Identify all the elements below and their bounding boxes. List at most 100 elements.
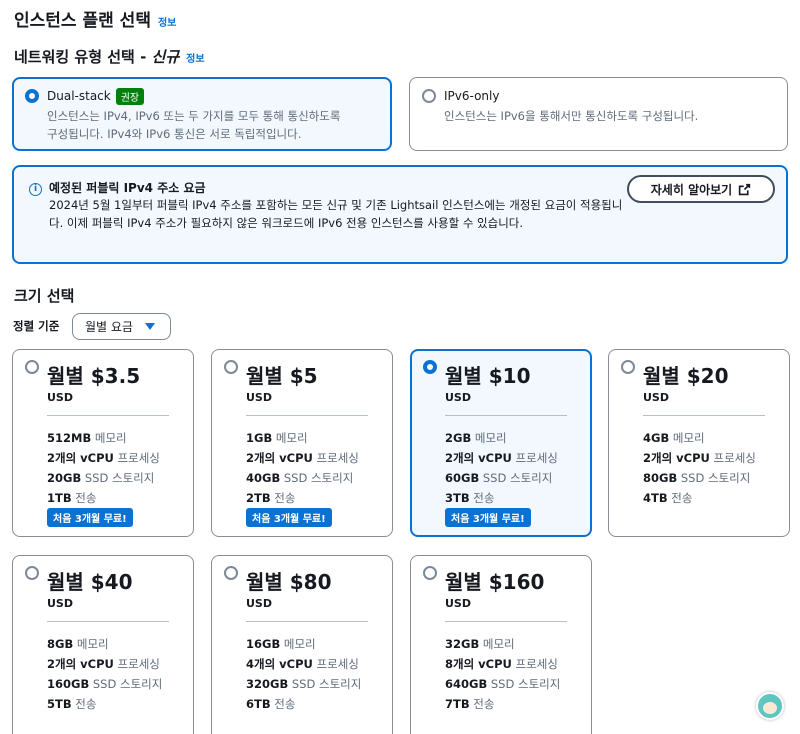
- plan-card[interactable]: 월별 $3.5 USD 512MB 메모리 2개의 vCPU 프로세싱 20GB…: [12, 349, 194, 537]
- network-option-dual-stack[interactable]: Dual-stack 권장 인스턴스는 IPv4, IPv6 또는 두 가지를 …: [12, 77, 392, 151]
- memory-unit: 메모리: [76, 637, 109, 651]
- dual-stack-label: Dual-stack: [47, 89, 111, 103]
- memory-value: 1GB: [246, 431, 273, 445]
- plan-cpu: 2개의 vCPU 프로세싱: [246, 448, 359, 468]
- plan-radio[interactable]: [224, 566, 238, 580]
- plan-radio[interactable]: [224, 360, 238, 374]
- storage-unit: SSD 스토리지: [84, 471, 155, 485]
- transfer-unit: 전송: [473, 491, 495, 505]
- cpu-unit: 프로세싱: [515, 451, 558, 465]
- ipv6-only-title: IPv6-only: [444, 88, 775, 104]
- storage-value: 80GB: [643, 471, 678, 485]
- plan-radio[interactable]: [25, 360, 39, 374]
- plan-memory: 32GB 메모리: [445, 634, 560, 654]
- plan-divider: [246, 621, 368, 622]
- plan-memory: 512MB 메모리: [47, 428, 160, 448]
- plan-radio[interactable]: [423, 360, 437, 374]
- plan-cpu: 4개의 vCPU 프로세싱: [246, 654, 361, 674]
- plan-card[interactable]: 월별 $40 USD 8GB 메모리 2개의 vCPU 프로세싱 160GB S…: [12, 555, 194, 734]
- alert-body: 2024년 5월 1일부터 퍼블릭 IPv4 주소를 포함하는 모든 신규 및 …: [49, 198, 623, 230]
- sort-value: 월별 요금: [85, 320, 133, 334]
- memory-unit: 메모리: [283, 637, 316, 651]
- plan-currency: USD: [445, 597, 471, 610]
- cpu-unit: 프로세싱: [316, 451, 359, 465]
- storage-unit: SSD 스토리지: [490, 677, 561, 691]
- plan-currency: USD: [47, 391, 73, 404]
- plan-cpu: 2개의 vCPU 프로세싱: [47, 448, 160, 468]
- ipv6-only-radio[interactable]: [422, 89, 436, 103]
- free-trial-badge: 처음 3개월 무료!: [246, 508, 332, 527]
- plan-cpu: 2개의 vCPU 프로세싱: [47, 654, 162, 674]
- plan-memory: 4GB 메모리: [643, 428, 756, 448]
- storage-unit: SSD 스토리지: [283, 471, 354, 485]
- plan-cpu: 2개의 vCPU 프로세싱: [643, 448, 756, 468]
- assistant-avatar-icon[interactable]: [756, 692, 784, 720]
- plan-card[interactable]: 월별 $10 USD 2GB 메모리 2개의 vCPU 프로세싱 60GB SS…: [410, 349, 592, 537]
- plan-price: 월별 $3.5: [47, 364, 141, 388]
- transfer-unit: 전송: [274, 697, 296, 711]
- plan-currency: USD: [47, 597, 73, 610]
- cpu-value: 2개의 vCPU: [643, 451, 710, 465]
- memory-value: 32GB: [445, 637, 480, 651]
- plan-specs: 4GB 메모리 2개의 vCPU 프로세싱 80GB SSD 스토리지 4TB …: [643, 428, 756, 508]
- learn-more-label: 자세히 알아보기: [650, 182, 733, 197]
- transfer-value: 7TB: [445, 697, 470, 711]
- network-section-title: 네트워킹 유형 선택 - 신규 정보: [14, 46, 205, 67]
- learn-more-button[interactable]: 자세히 알아보기: [627, 175, 775, 203]
- network-title-main: 네트워킹 유형 선택 -: [14, 48, 152, 66]
- plan-transfer: 5TB 전송: [47, 694, 162, 714]
- plan-radio[interactable]: [25, 566, 39, 580]
- network-option-ipv6-only[interactable]: IPv6-only 인스턴스는 IPv6을 통해서만 통신하도록 구성됩니다.: [409, 77, 788, 151]
- plan-card[interactable]: 월별 $160 USD 32GB 메모리 8개의 vCPU 프로세싱 640GB…: [410, 555, 592, 734]
- memory-value: 2GB: [445, 431, 472, 445]
- plan-divider: [246, 415, 368, 416]
- cpu-value: 2개의 vCPU: [47, 451, 114, 465]
- plan-radio[interactable]: [423, 566, 437, 580]
- plan-card[interactable]: 월별 $5 USD 1GB 메모리 2개의 vCPU 프로세싱 40GB SSD…: [211, 349, 393, 537]
- memory-value: 4GB: [643, 431, 670, 445]
- storage-value: 60GB: [445, 471, 480, 485]
- network-title-text: 네트워킹 유형 선택 - 신규: [14, 46, 179, 67]
- storage-value: 40GB: [246, 471, 281, 485]
- storage-unit: SSD 스토리지: [482, 471, 553, 485]
- dual-stack-desc-line1: 인스턴스는 IPv4, IPv6 또는 두 가지를 모두 통해 통신하도록: [47, 109, 341, 123]
- plan-divider: [47, 621, 169, 622]
- plan-card[interactable]: 월별 $80 USD 16GB 메모리 4개의 vCPU 프로세싱 320GB …: [211, 555, 393, 734]
- storage-value: 160GB: [47, 677, 90, 691]
- memory-unit: 메모리: [672, 431, 705, 445]
- page-title-text: 인스턴스 플랜 선택: [14, 11, 151, 31]
- plan-price: 월별 $5: [246, 364, 318, 388]
- plan-radio[interactable]: [621, 360, 635, 374]
- storage-value: 20GB: [47, 471, 82, 485]
- memory-value: 16GB: [246, 637, 281, 651]
- memory-value: 8GB: [47, 637, 74, 651]
- page-title: 인스턴스 플랜 선택 정보: [14, 6, 176, 31]
- plan-currency: USD: [246, 391, 272, 404]
- plan-memory: 2GB 메모리: [445, 428, 558, 448]
- memory-unit: 메모리: [482, 637, 515, 651]
- sort-dropdown[interactable]: 월별 요금: [72, 313, 171, 340]
- transfer-value: 2TB: [246, 491, 271, 505]
- plan-divider: [445, 415, 567, 416]
- recommended-badge: 권장: [115, 87, 145, 105]
- plan-price: 월별 $10: [445, 364, 531, 388]
- plan-price: 월별 $20: [643, 364, 729, 388]
- transfer-value: 4TB: [643, 491, 668, 505]
- plan-specs: 512MB 메모리 2개의 vCPU 프로세싱 20GB SSD 스토리지 1T…: [47, 428, 160, 508]
- plan-memory: 16GB 메모리: [246, 634, 361, 654]
- plan-transfer: 7TB 전송: [445, 694, 560, 714]
- memory-unit: 메모리: [474, 431, 507, 445]
- dual-stack-radio[interactable]: [25, 89, 39, 103]
- storage-value: 640GB: [445, 677, 488, 691]
- plan-specs: 1GB 메모리 2개의 vCPU 프로세싱 40GB SSD 스토리지 2TB …: [246, 428, 359, 508]
- memory-unit: 메모리: [94, 431, 127, 445]
- transfer-unit: 전송: [75, 697, 97, 711]
- plan-storage: 320GB SSD 스토리지: [246, 674, 361, 694]
- network-info-link[interactable]: 정보: [186, 50, 204, 65]
- plan-transfer: 2TB 전송: [246, 488, 359, 508]
- plan-storage: 20GB SSD 스토리지: [47, 468, 160, 488]
- memory-unit: 메모리: [275, 431, 308, 445]
- plan-specs: 16GB 메모리 4개의 vCPU 프로세싱 320GB SSD 스토리지 6T…: [246, 634, 361, 714]
- page-title-info-link[interactable]: 정보: [158, 14, 176, 29]
- plan-card[interactable]: 월별 $20 USD 4GB 메모리 2개의 vCPU 프로세싱 80GB SS…: [608, 349, 790, 537]
